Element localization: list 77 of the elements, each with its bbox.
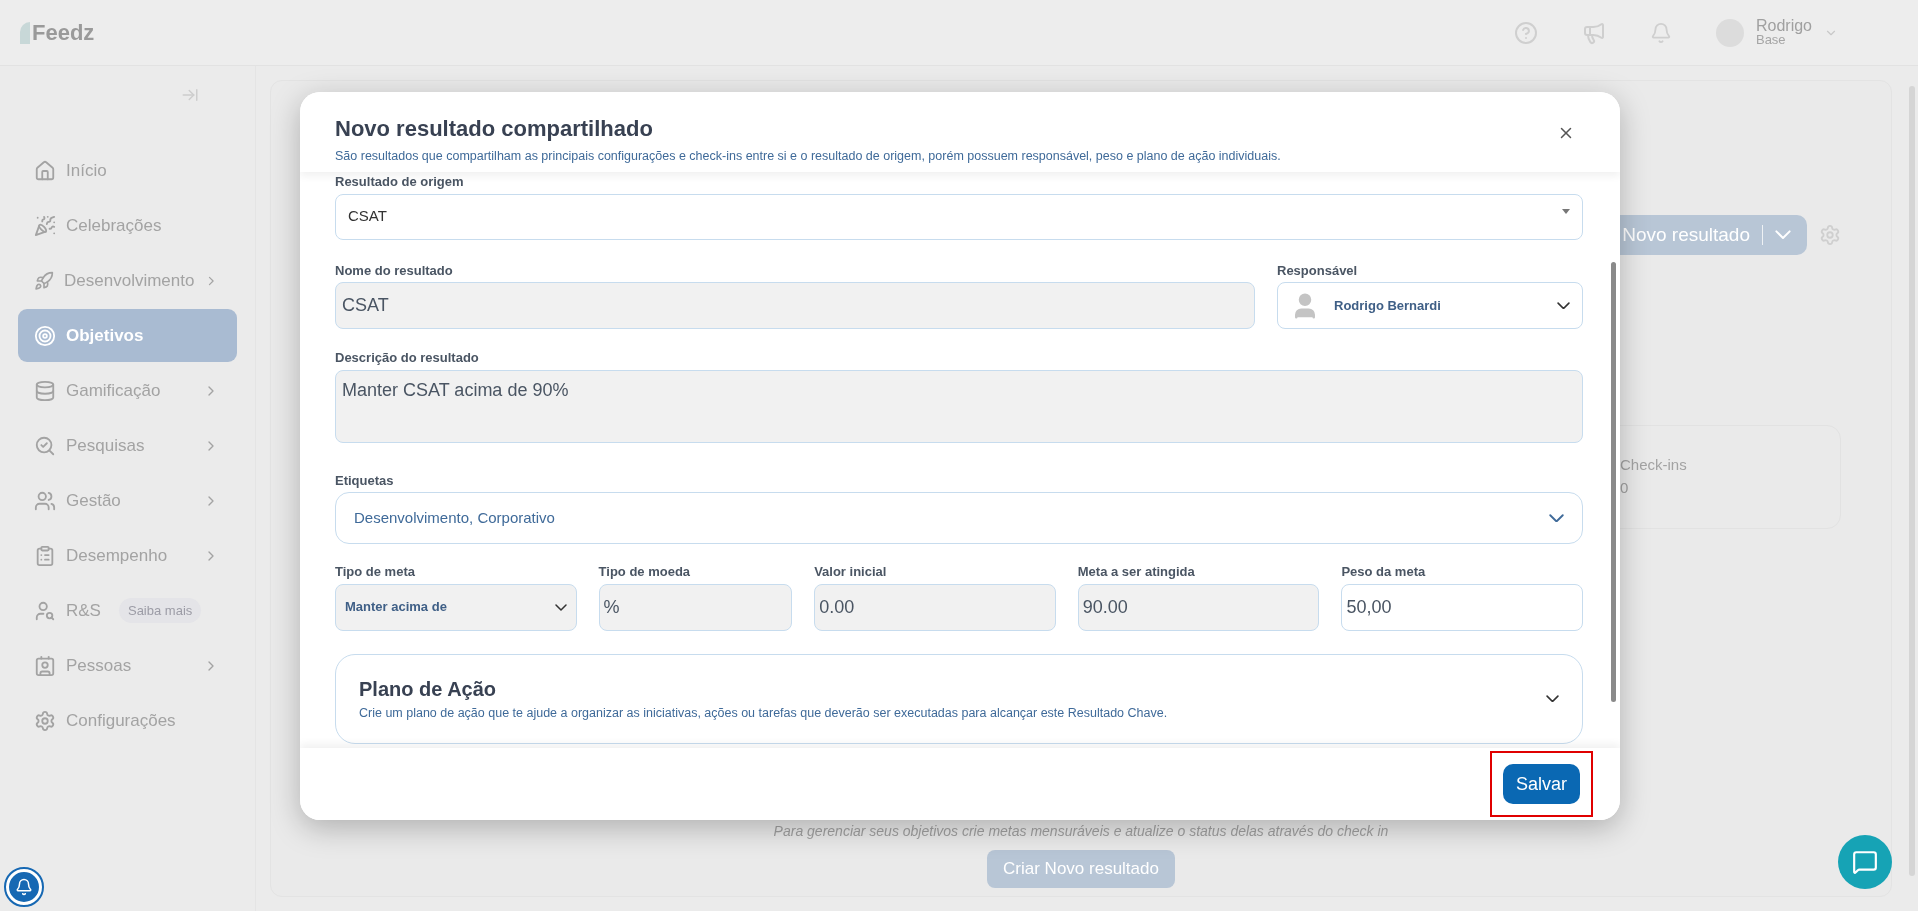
sidebar-icon bbox=[34, 214, 56, 237]
sidebar-icon bbox=[34, 269, 55, 292]
badge: Saiba mais bbox=[118, 597, 202, 624]
sidebar-label: Celebrações bbox=[66, 214, 162, 237]
user-name: Rodrigo bbox=[1755, 18, 1812, 33]
chevron-icon bbox=[1546, 694, 1559, 703]
save-button[interactable]: Salvar bbox=[1502, 764, 1580, 804]
field-label: Tipo de moeda bbox=[598, 563, 691, 581]
input-field[interactable]: 50,00 bbox=[1341, 583, 1583, 631]
bell-icon bbox=[15, 878, 33, 896]
modal-title: Novo resultado compartilhado bbox=[335, 115, 654, 143]
checkins-label: Check-ins bbox=[1620, 455, 1687, 475]
sidebar-label: Desenvolvimento bbox=[64, 269, 195, 292]
action-plan-panel[interactable]: Plano de Ação Crie um plano de ação que te ajude a organizar as iniciativas, ações ou tarefas que deverão ser executadas para alcançar este Resultado Chave. bbox=[335, 653, 1583, 744]
action-plan-title: Plano de Ação bbox=[359, 677, 498, 703]
action-plan-description: Crie um plano de ação que te ajude a organizar as iniciativas, ações ou tarefas que deverão ser executadas para alcançar este Resultado Chave. bbox=[359, 705, 1168, 723]
bell-icon[interactable] bbox=[1649, 21, 1672, 44]
sidebar-item[interactable]: Desenvolvimento bbox=[18, 254, 237, 307]
field-label: Resultado de origem bbox=[335, 173, 464, 191]
field-label: Tipo de meta bbox=[335, 563, 415, 581]
sidebar-item[interactable]: Pesquisas bbox=[18, 419, 237, 472]
sidebar-item[interactable]: Celebrações bbox=[18, 199, 237, 252]
scrollbar[interactable] bbox=[1611, 262, 1616, 702]
sidebar-item[interactable]: Configurações bbox=[18, 694, 237, 747]
sidebar-icon bbox=[34, 379, 56, 402]
sidebar-label: Gamificação bbox=[66, 379, 161, 402]
notification-button[interactable] bbox=[6, 869, 42, 905]
create-result-button[interactable]: Criar Novo resultado bbox=[987, 850, 1175, 888]
sidebar-item[interactable]: Início bbox=[18, 144, 237, 197]
field-label: Peso da meta bbox=[1341, 563, 1426, 581]
sidebar-label: Desempenho bbox=[66, 544, 168, 567]
chevron-icon bbox=[1775, 230, 1791, 240]
field-label: Descrição do resultado bbox=[335, 349, 479, 367]
chevron-icon bbox=[1557, 301, 1570, 310]
sidebar-item[interactable]: Gamificação bbox=[18, 364, 237, 417]
sidebar-label: Pesquisas bbox=[66, 434, 145, 457]
chevron-icon bbox=[1549, 513, 1564, 523]
sidebar-label: Gestão bbox=[66, 489, 121, 512]
sidebar-label: R&S bbox=[66, 599, 101, 622]
chevron-icon bbox=[554, 603, 567, 611]
modal-subtitle: São resultados que compartilham as principais configurações e check-ins entre si e o resultado de origem, porém possuem responsável, peso e plano de ação individuais. bbox=[335, 148, 1281, 165]
sidebar-icon bbox=[34, 159, 56, 182]
owner-select[interactable]: Rodrigo Bernardi bbox=[1277, 282, 1583, 329]
sidebar-label: Início bbox=[66, 159, 107, 182]
sidebar-label: Pessoas bbox=[66, 654, 132, 677]
sidebar-icon bbox=[34, 544, 56, 567]
checkins-value: 0 bbox=[1620, 477, 1629, 498]
origin-select[interactable]: CSAT bbox=[335, 193, 1583, 240]
collapse-icon[interactable] bbox=[181, 86, 199, 104]
sidebar-icon bbox=[34, 324, 56, 347]
sidebar-label: Objetivos bbox=[66, 324, 144, 347]
user-company: Base bbox=[1755, 32, 1786, 47]
field-label: Responsável bbox=[1277, 261, 1358, 280]
megaphone-icon[interactable] bbox=[1581, 20, 1606, 45]
caret-icon bbox=[1562, 209, 1570, 214]
help-icon[interactable] bbox=[1513, 20, 1538, 45]
sidebar-label: Configurações bbox=[66, 709, 176, 732]
sidebar-icon bbox=[34, 599, 56, 622]
field-label: Etiquetas bbox=[335, 471, 394, 490]
sidebar-icon bbox=[34, 654, 56, 677]
field-label: Meta a ser atingida bbox=[1077, 563, 1195, 581]
sidebar-item[interactable]: Gestão bbox=[18, 474, 237, 527]
chat-icon bbox=[1852, 849, 1878, 875]
sidebar-item[interactable]: Objetivos bbox=[18, 309, 237, 362]
sidebar-icon bbox=[34, 434, 56, 457]
sidebar-item[interactable]: Pessoas bbox=[18, 639, 237, 692]
sidebar-item[interactable]: R&S Saiba mais bbox=[18, 584, 237, 637]
sidebar-item[interactable]: Desempenho bbox=[18, 529, 237, 582]
owner-name: Rodrigo Bernardi bbox=[1334, 296, 1441, 315]
settings-icon[interactable] bbox=[1819, 224, 1841, 246]
field-label: Valor inicial bbox=[814, 563, 887, 581]
tags-select[interactable]: Desenvolvimento, Corporativo bbox=[335, 492, 1583, 544]
field-label: Nome do resultado bbox=[335, 261, 453, 280]
sidebar-icon bbox=[34, 489, 56, 512]
sidebar-icon bbox=[34, 709, 56, 732]
logo: Feedz bbox=[20, 16, 95, 49]
empty-hint: Para gerenciar seus objetivos crie metas mensuráveis e atualize o status delas através do check in bbox=[773, 822, 1389, 841]
